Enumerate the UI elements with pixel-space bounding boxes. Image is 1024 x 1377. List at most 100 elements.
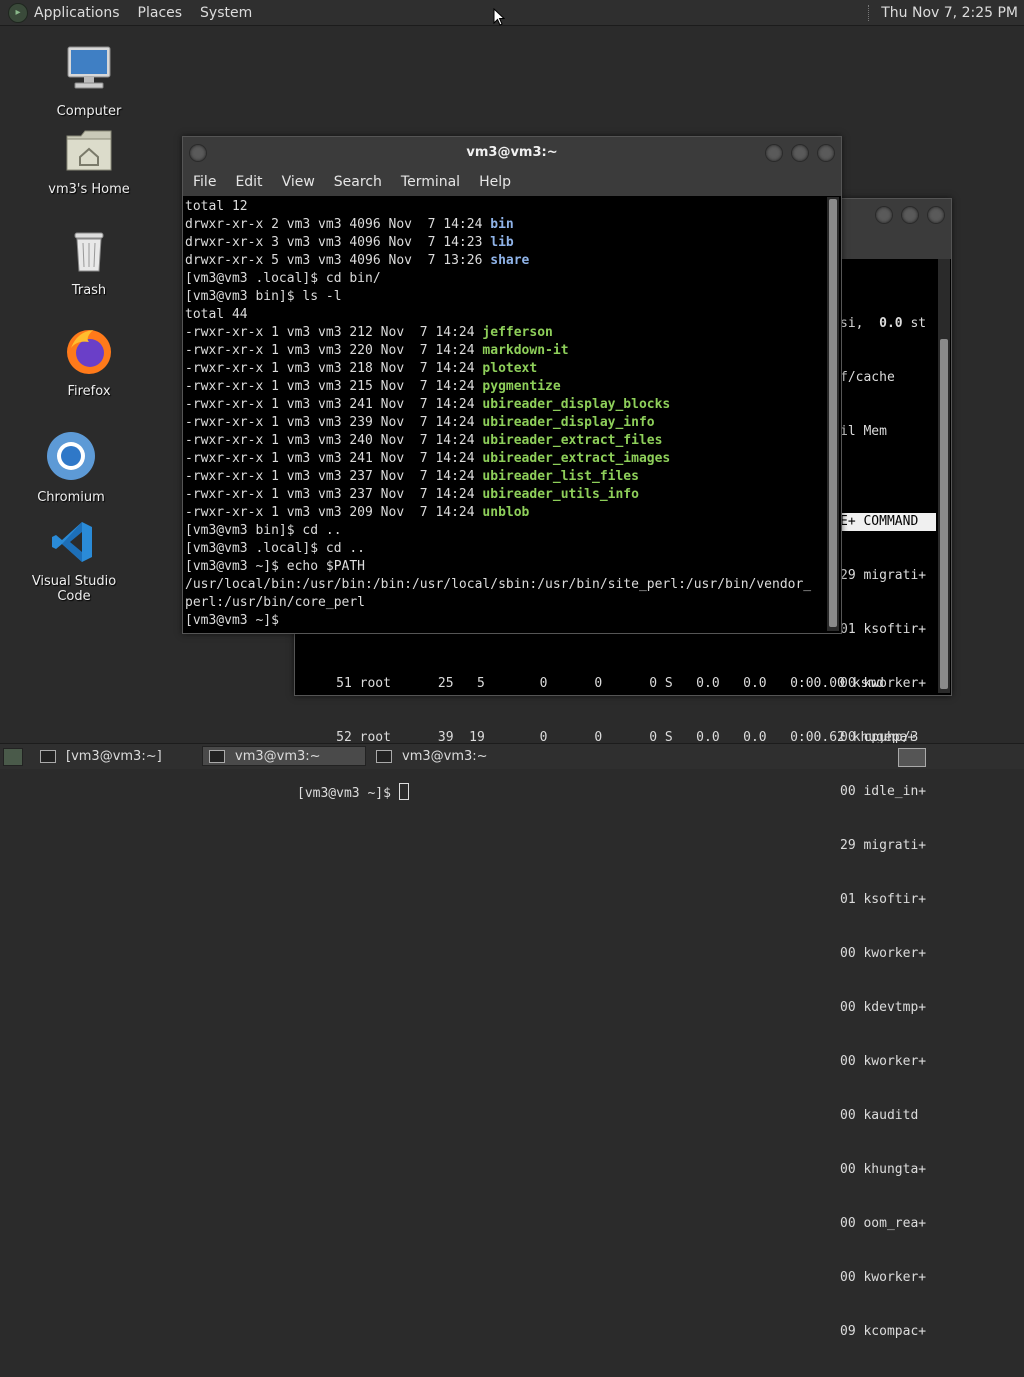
top-line: si, 0.0 st <box>840 316 927 331</box>
task-label: [vm3@vm3:~] <box>66 748 162 764</box>
terminal-line: -rwxr-xr-x 1 vm3 vm3 241 Nov 7 14:24 ubi… <box>185 397 671 412</box>
executable-name: jefferson <box>482 325 553 340</box>
scrollbar-thumb[interactable] <box>829 199 837 627</box>
task-label: vm3@vm3:~ <box>402 748 488 764</box>
executable-name: pygmentize <box>482 379 561 394</box>
top-line: 00 kworker+ <box>840 1054 927 1069</box>
terminal-line: total 44 <box>185 307 248 322</box>
terminal-line: [vm3@vm3 ~]$ <box>185 613 287 628</box>
terminal-line: -rwxr-xr-x 1 vm3 vm3 239 Nov 7 14:24 ubi… <box>185 415 655 430</box>
executable-name: ubireader_extract_files <box>482 433 663 448</box>
mouse-pointer-icon <box>493 8 505 26</box>
applications-menu[interactable]: Applications <box>34 5 120 21</box>
system-menu[interactable]: System <box>200 5 252 21</box>
front-terminal-scrollbar[interactable] <box>827 197 839 631</box>
terminal-line: [vm3@vm3 .local]$ cd bin/ <box>185 271 381 286</box>
close-button[interactable] <box>927 206 945 224</box>
desktop-icon-label: Trash <box>71 283 107 298</box>
workspace-switcher[interactable] <box>898 748 926 767</box>
desktop-icon-vscode[interactable]: Visual Studio Code <box>19 518 129 604</box>
desktop-icon-label: Computer <box>56 104 122 119</box>
executable-name: ubireader_display_blocks <box>482 397 671 412</box>
menu-help[interactable]: Help <box>479 174 511 190</box>
terminal-output[interactable]: total 12 drwxr-xr-x 2 vm3 vm3 4096 Nov 7 … <box>185 198 825 630</box>
minimize-button[interactable] <box>765 144 783 162</box>
top-output-bottom: 51 root 25 5 0 0 0 S 0.0 0.0 0:00.00 ksm… <box>297 639 915 839</box>
terminal-line: -rwxr-xr-x 1 vm3 vm3 237 Nov 7 14:24 ubi… <box>185 487 639 502</box>
menu-terminal[interactable]: Terminal <box>401 174 460 190</box>
executable-name: ubireader_display_info <box>482 415 655 430</box>
task-button[interactable]: vm3@vm3:~ <box>370 746 534 766</box>
menu-file[interactable]: File <box>193 174 216 190</box>
desktop-icon-label: Visual Studio Code <box>31 574 117 604</box>
places-menu[interactable]: Places <box>138 5 183 21</box>
terminal-line: -rwxr-xr-x 1 vm3 vm3 237 Nov 7 14:24 ubi… <box>185 469 639 484</box>
desktop-icon-label: Chromium <box>37 490 105 505</box>
top-line: 00 kworker+ <box>840 946 927 961</box>
terminal-line: -rwxr-xr-x 1 vm3 vm3 240 Nov 7 14:24 ubi… <box>185 433 663 448</box>
firefox-icon <box>67 330 111 374</box>
clock[interactable]: Thu Nov 7, 2:25 PM <box>881 5 1018 21</box>
top-line: 00 kauditd <box>840 1108 919 1123</box>
top-line: 00 kdevtmp+ <box>840 1000 927 1015</box>
terminal-line: [vm3@vm3 bin]$ cd .. <box>185 523 342 538</box>
task-button-active[interactable]: vm3@vm3:~ <box>202 746 366 766</box>
bottom-taskbar: [vm3@vm3:~] vm3@vm3:~ vm3@vm3:~ <box>0 743 1024 769</box>
menu-view[interactable]: View <box>282 174 315 190</box>
directory-name: bin <box>490 217 514 232</box>
terminal-line: -rwxr-xr-x 1 vm3 vm3 215 Nov 7 14:24 pyg… <box>185 379 561 394</box>
cursor <box>398 783 409 800</box>
minimize-button[interactable] <box>875 206 893 224</box>
show-desktop-icon[interactable] <box>3 748 23 766</box>
terminal-line: drwxr-xr-x 3 vm3 vm3 4096 Nov 7 14:23 li… <box>185 235 514 250</box>
vscode-icon <box>52 522 92 562</box>
top-line: 29 migrati+ <box>840 838 927 853</box>
process-row: 51 root 25 5 0 0 0 S 0.0 0.0 0:00.00 ksm… <box>297 676 884 691</box>
terminal-line: -rwxr-xr-x 1 vm3 vm3 218 Nov 7 14:24 plo… <box>185 361 538 376</box>
scrollbar-thumb[interactable] <box>940 339 948 689</box>
close-button[interactable] <box>817 144 835 162</box>
directory-name: lib <box>490 235 514 250</box>
executable-name: markdown-it <box>482 343 569 358</box>
front-terminal-titlebar[interactable]: vm3@vm3:~ <box>183 137 841 168</box>
distro-logo-icon[interactable]: ▸ <box>8 2 28 23</box>
terminal-icon <box>209 749 225 763</box>
desktop-icon-chromium[interactable]: Chromium <box>16 430 126 505</box>
maximize-button[interactable] <box>901 206 919 224</box>
top-line: 09 kcompac+ <box>840 1324 927 1339</box>
desktop-icon-trash[interactable]: Trash <box>34 227 144 298</box>
trash-icon <box>74 232 104 272</box>
task-button[interactable]: [vm3@vm3:~] <box>34 746 198 766</box>
top-line: 00 oom_rea+ <box>840 1216 927 1231</box>
terminal-line: -rwxr-xr-x 1 vm3 vm3 241 Nov 7 14:24 ubi… <box>185 451 671 466</box>
menu-edit[interactable]: Edit <box>235 174 262 190</box>
top-panel: ▸ Applications Places System Thu Nov 7, … <box>0 0 1024 26</box>
terminal-line: drwxr-xr-x 2 vm3 vm3 4096 Nov 7 14:24 bi… <box>185 217 514 232</box>
desktop-icon-label: vm3's Home <box>48 182 130 197</box>
top-line: il Mem <box>840 424 887 439</box>
terminal-line: [vm3@vm3 bin]$ ls -l <box>185 289 342 304</box>
terminal-line: -rwxr-xr-x 1 vm3 vm3 209 Nov 7 14:24 unb… <box>185 505 530 520</box>
panel-separator <box>868 4 871 21</box>
desktop-icon-home[interactable]: vm3's Home <box>34 126 144 197</box>
shell-prompt: [vm3@vm3 ~]$ <box>297 783 915 803</box>
maximize-button[interactable] <box>791 144 809 162</box>
top-line: 29 migrati+ <box>840 568 927 583</box>
top-header: E+ COMMAND <box>840 513 936 531</box>
directory-name: share <box>490 253 530 268</box>
home-folder-icon <box>66 130 112 171</box>
desktop-icon-computer[interactable]: Computer <box>34 44 144 119</box>
terminal-line: [vm3@vm3 .local]$ cd .. <box>185 541 366 556</box>
terminal-line: total 12 <box>185 199 248 214</box>
window-title: vm3@vm3:~ <box>466 145 558 160</box>
executable-name: plotext <box>482 361 538 376</box>
back-terminal-scrollbar[interactable] <box>938 259 950 693</box>
desktop-icon-label: Firefox <box>67 384 111 399</box>
front-terminal-window[interactable]: vm3@vm3:~ File Edit View Search Terminal… <box>182 136 842 634</box>
terminal-line: perl:/usr/bin/core_perl <box>185 595 366 610</box>
monitor-icon <box>67 46 111 89</box>
desktop-icon-firefox[interactable]: Firefox <box>34 326 144 399</box>
menu-search[interactable]: Search <box>334 174 382 190</box>
top-line: f/cache <box>840 370 895 385</box>
executable-name: ubireader_utils_info <box>482 487 639 502</box>
